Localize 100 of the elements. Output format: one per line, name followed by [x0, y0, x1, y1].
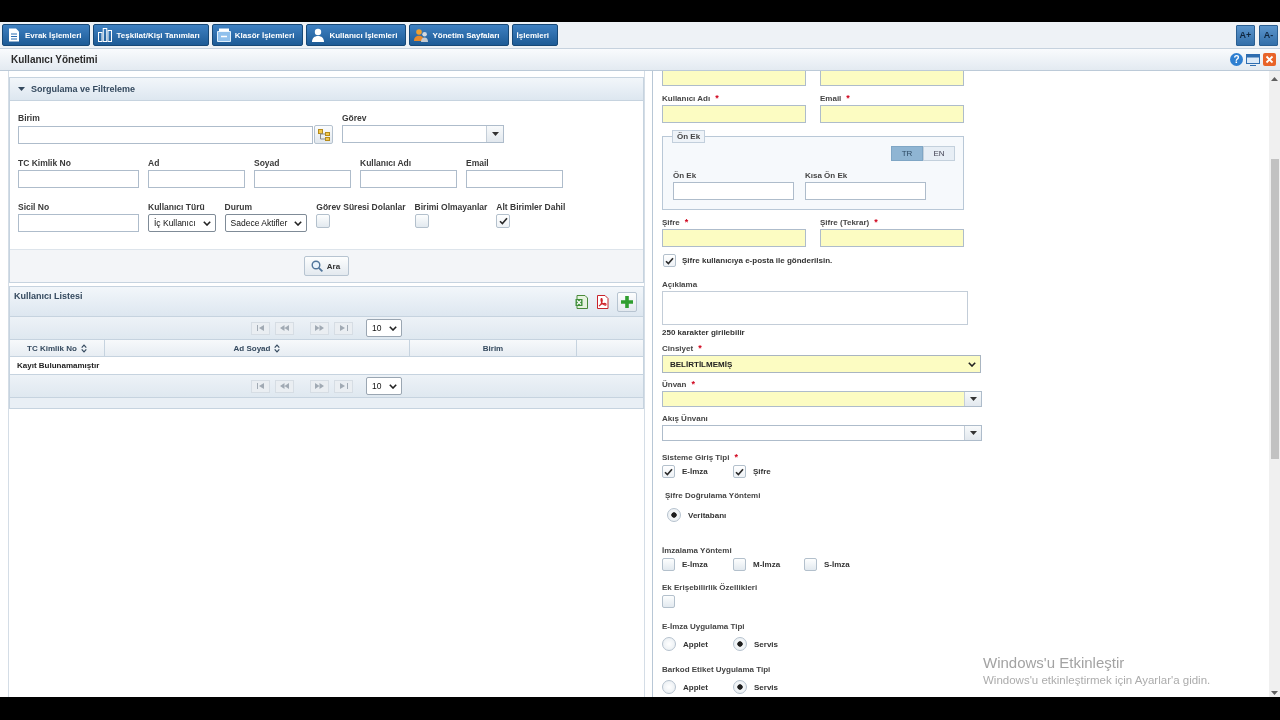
pdf-icon[interactable] [596, 295, 609, 309]
chevron-icon [968, 361, 976, 367]
input-field[interactable] [662, 105, 806, 123]
checkbox[interactable] [804, 558, 817, 571]
input-field[interactable] [148, 170, 245, 188]
radio-button[interactable] [733, 680, 747, 694]
sort-icon [274, 343, 281, 353]
menu-item[interactable]: Teşkilat/Kişi Tanımları [93, 24, 209, 46]
spreadsheet-icon[interactable] [575, 295, 588, 309]
checkbox[interactable] [663, 254, 676, 267]
scrollbar-thumb[interactable] [1270, 159, 1279, 459]
tree-picker-button[interactable] [314, 125, 333, 144]
language-tab[interactable]: TR [891, 146, 923, 161]
help-button[interactable]: ? [1230, 53, 1243, 66]
field-label: Görev [342, 112, 367, 124]
input-field[interactable] [18, 214, 139, 232]
field-label: Şifre (Tekrar) [820, 217, 870, 227]
field-label: Alt Birimler Dahil [496, 201, 566, 213]
radio-button[interactable] [662, 680, 676, 694]
checkbox-label: E-İmza [682, 560, 708, 569]
field-label: Akış Ünvanı [662, 413, 708, 423]
field-label: İmzalama Yöntemi [662, 545, 732, 555]
required-mark: * [691, 379, 695, 389]
menu-item[interactable]: İşlemleri [511, 24, 558, 46]
combo-field[interactable] [662, 425, 982, 441]
combo-field[interactable] [342, 125, 504, 143]
checkbox[interactable] [316, 214, 331, 228]
input-field[interactable] [662, 71, 806, 86]
input-field[interactable] [18, 125, 313, 144]
search-icon [310, 260, 323, 272]
language-tab[interactable]: EN [923, 146, 955, 161]
radio-button[interactable] [733, 637, 747, 651]
chevron-icon [389, 325, 397, 331]
input-field[interactable] [820, 71, 964, 86]
required-mark: * [698, 343, 702, 353]
font-size-button[interactable]: A+ [1236, 24, 1255, 46]
field-label: Kullanıcı Türü [148, 201, 205, 213]
required-mark: * [734, 452, 738, 462]
checkbox[interactable] [414, 214, 429, 228]
menu-item[interactable]: Yönetim Sayfaları [409, 24, 509, 46]
input-field[interactable] [360, 170, 457, 188]
font-size-button[interactable]: A- [1259, 24, 1278, 46]
input-field[interactable] [18, 170, 139, 188]
activation-message: Windows'u etkinleştirmek için Ayarlar'a gidin. [983, 673, 1211, 688]
dropdown-button[interactable] [964, 392, 981, 406]
checkbox[interactable] [733, 465, 746, 478]
input-field[interactable] [673, 182, 794, 200]
add-button[interactable] [617, 292, 637, 312]
cabinet-icon [216, 28, 231, 42]
checkbox-label: M-İmza [753, 560, 781, 569]
down-arrow-icon [1271, 691, 1278, 695]
scrollbar[interactable] [1269, 71, 1280, 697]
checkbox[interactable] [662, 558, 675, 571]
checkbox[interactable] [662, 595, 675, 608]
panel-title: Sorgulama ve Filtreleme [31, 84, 136, 94]
hierarchy-icon [317, 128, 330, 141]
caret-icon [969, 397, 977, 401]
last-page-icon [339, 325, 348, 331]
close-icon[interactable] [1263, 53, 1276, 66]
input-field[interactable] [254, 170, 351, 188]
radio-label: Veritabanı [688, 510, 727, 520]
radio-button[interactable] [667, 508, 681, 522]
checkmark-icon [735, 467, 744, 476]
select-field[interactable]: BELİRTİLMEMİŞ [662, 355, 981, 373]
field-label: Kullanıcı Adı [662, 93, 711, 103]
input-field[interactable] [805, 182, 926, 200]
text-area[interactable] [662, 291, 968, 325]
column-header[interactable]: Ad Soyad [105, 340, 410, 356]
input-field[interactable] [820, 105, 964, 123]
dropdown-button[interactable] [486, 126, 503, 142]
checkmark-icon [498, 217, 508, 225]
field-label: Durum [224, 201, 252, 213]
checkbox[interactable] [733, 558, 746, 571]
field-label: Ön Ek [673, 170, 697, 180]
radio-label: Servis [754, 682, 779, 692]
menu-item[interactable]: Klasör İşlemleri [211, 24, 304, 46]
document-icon [7, 28, 21, 42]
dropdown-button[interactable] [964, 426, 981, 440]
panel-header[interactable]: Sorgulama ve Filtreleme [10, 78, 643, 101]
field-label: Email [466, 157, 489, 169]
previous-page-icon [280, 383, 289, 389]
triangle-down-icon[interactable] [18, 87, 25, 91]
select-field[interactable]: İç Kullanıcı [148, 214, 216, 232]
radio-button[interactable] [662, 637, 676, 651]
combo-field[interactable] [662, 391, 982, 407]
search-button[interactable]: Ara [303, 256, 350, 276]
last-page-icon [339, 383, 348, 389]
input-field[interactable] [662, 229, 806, 247]
people-icon [414, 28, 429, 42]
checkbox[interactable] [662, 465, 675, 478]
checkbox[interactable] [496, 214, 511, 228]
select-field[interactable]: Sadece Aktifler [224, 214, 308, 232]
menu-item[interactable]: Kullanıcı İşlemleri [306, 24, 407, 46]
monitor-icon[interactable] [1246, 53, 1260, 66]
caret-icon [969, 431, 977, 435]
input-field[interactable] [466, 170, 563, 188]
input-field[interactable] [820, 229, 964, 247]
checkbox-label: Şifre [753, 467, 771, 476]
menu-item[interactable]: Evrak İşlemleri [2, 24, 91, 46]
column-header[interactable]: TC Kimlik No [10, 340, 105, 356]
